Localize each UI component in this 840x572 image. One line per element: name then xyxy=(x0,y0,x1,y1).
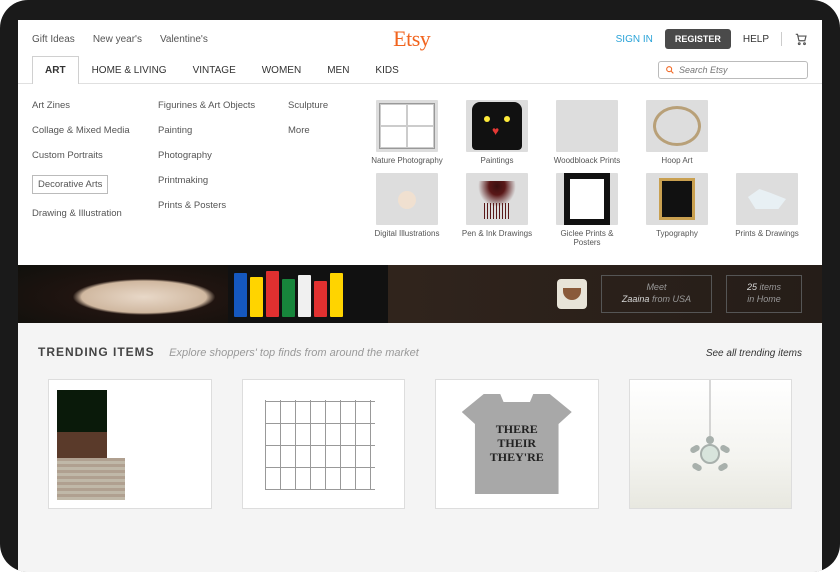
seller-meet-pill[interactable]: Meet Zaaina from USA xyxy=(601,275,712,312)
thumb-image xyxy=(736,173,798,225)
mega-col-3: Sculpture More xyxy=(288,100,358,247)
top-links: Gift Ideas New year's Valentine's xyxy=(32,34,208,45)
thumb-label: Prints & Drawings xyxy=(735,229,799,238)
trending-heading: TRENDING ITEMS Explore shoppers' top fin… xyxy=(38,343,419,361)
link-valentines[interactable]: Valentine's xyxy=(160,34,208,45)
items-count: 25 xyxy=(747,282,757,292)
cat-decorative-arts[interactable]: Decorative Arts xyxy=(32,175,108,194)
divider xyxy=(781,32,782,46)
search-box[interactable] xyxy=(658,61,808,79)
cat-collage[interactable]: Collage & Mixed Media xyxy=(32,125,150,136)
tab-women[interactable]: WOMEN xyxy=(249,56,314,84)
top-bar: Gift Ideas New year's Valentine's Etsy S… xyxy=(18,20,822,56)
search-input[interactable] xyxy=(679,65,801,75)
items-category: in Home xyxy=(747,294,781,304)
thumb-image xyxy=(556,100,618,152)
category-tabs: ART HOME & LIVING VINTAGE WOMEN MEN KIDS xyxy=(32,56,412,83)
seller-from: from USA xyxy=(649,294,691,304)
cat-more[interactable]: More xyxy=(288,125,358,136)
thumb-paintings[interactable]: Paintings xyxy=(456,100,538,165)
trending-cards: THERE THEIR THEY'RE xyxy=(18,369,822,572)
cat-art-zines[interactable]: Art Zines xyxy=(32,100,150,111)
seller-avatar xyxy=(557,279,587,309)
trending-subtitle: Explore shoppers' top finds from around … xyxy=(169,347,419,359)
tshirt-text: THERE THEIR THEY'RE xyxy=(490,423,544,464)
trending-card-3[interactable]: THERE THEIR THEY'RE xyxy=(435,379,599,509)
thumb-image xyxy=(376,173,438,225)
see-all-trending-link[interactable]: See all trending items xyxy=(706,348,802,359)
banner-image-1 xyxy=(18,265,228,323)
trending-card-2[interactable] xyxy=(242,379,406,509)
mega-menu: Art Zines Collage & Mixed Media Custom P… xyxy=(18,84,822,265)
thumb-woodblock-prints[interactable]: Woodbloack Prints xyxy=(546,100,628,165)
logo[interactable]: Etsy xyxy=(393,26,430,52)
tab-vintage[interactable]: VINTAGE xyxy=(180,56,249,84)
cat-custom-portraits[interactable]: Custom Portraits xyxy=(32,150,150,161)
thumb-image xyxy=(466,100,528,152)
tab-kids[interactable]: KIDS xyxy=(362,56,411,84)
mega-col-1: Art Zines Collage & Mixed Media Custom P… xyxy=(32,100,150,247)
thumb-label: Paintings xyxy=(481,156,514,165)
cat-drawing-illustration[interactable]: Drawing & Illustration xyxy=(32,208,150,219)
register-button[interactable]: REGISTER xyxy=(665,29,731,49)
thumb-label: Woodbloack Prints xyxy=(554,156,621,165)
help-link[interactable]: HELP xyxy=(743,34,769,45)
link-new-years[interactable]: New year's xyxy=(93,34,142,45)
cat-painting[interactable]: Painting xyxy=(158,125,280,136)
tshirt-line-1: THERE xyxy=(496,422,538,436)
meet-label: Meet xyxy=(646,282,666,292)
thumb-label: Digital Illustrations xyxy=(375,229,440,238)
seller-name: Zaaina xyxy=(622,294,650,304)
device-frame: Gift Ideas New year's Valentine's Etsy S… xyxy=(0,0,840,572)
link-gift-ideas[interactable]: Gift Ideas xyxy=(32,34,75,45)
cart-icon[interactable] xyxy=(794,32,808,46)
thumb-label: Nature Photography xyxy=(371,156,443,165)
trending-card-4[interactable] xyxy=(629,379,793,509)
thumb-typography[interactable]: Typography xyxy=(636,173,718,247)
trending-header: TRENDING ITEMS Explore shoppers' top fin… xyxy=(18,323,822,369)
thumb-nature-photography[interactable]: Nature Photography xyxy=(366,100,448,165)
banner-image-2 xyxy=(228,265,388,323)
sign-in-link[interactable]: SIGN IN xyxy=(616,34,653,45)
trending-card-1[interactable] xyxy=(48,379,212,509)
tab-men[interactable]: MEN xyxy=(314,56,362,84)
turtle-pendant xyxy=(690,436,730,472)
seller-banner: Meet Zaaina from USA 25 items in Home xyxy=(18,265,822,323)
tshirt-graphic: THERE THEIR THEY'RE xyxy=(462,394,572,494)
screen: Gift Ideas New year's Valentine's Etsy S… xyxy=(18,20,822,572)
thumb-digital-illustrations[interactable]: Digital Illustrations xyxy=(366,173,448,247)
thumb-image xyxy=(646,173,708,225)
thumb-prints-drawings[interactable]: Prints & Drawings xyxy=(726,173,808,247)
seller-items-pill[interactable]: 25 items in Home xyxy=(726,275,802,312)
tab-art[interactable]: ART xyxy=(32,56,79,84)
thumb-label: Typography xyxy=(656,229,698,238)
cat-figurines[interactable]: Figurines & Art Objects xyxy=(158,100,280,111)
thumb-hoop-art[interactable]: Hoop Art xyxy=(636,100,718,165)
nav-row: ART HOME & LIVING VINTAGE WOMEN MEN KIDS xyxy=(18,56,822,84)
items-suffix: items xyxy=(757,282,781,292)
thumb-image xyxy=(376,100,438,152)
thumb-image xyxy=(646,100,708,152)
thumb-label: Pen & Ink Drawings xyxy=(462,229,532,238)
thumb-label: Hoop Art xyxy=(661,156,692,165)
trending-title: TRENDING ITEMS xyxy=(38,345,155,359)
cat-photography[interactable]: Photography xyxy=(158,150,280,161)
cat-printmaking[interactable]: Printmaking xyxy=(158,175,280,186)
banner-info: Meet Zaaina from USA 25 items in Home xyxy=(388,265,822,323)
thumb-grid: Nature Photography Paintings Woodbloack … xyxy=(366,100,808,247)
cat-sculpture[interactable]: Sculpture xyxy=(288,100,358,111)
thumb-image xyxy=(556,173,618,225)
tshirt-line-3: THEY'RE xyxy=(490,450,544,464)
auth-bar: SIGN IN REGISTER HELP xyxy=(616,29,808,49)
tab-home-living[interactable]: HOME & LIVING xyxy=(79,56,180,84)
thumb-label: Giclee Prints & Posters xyxy=(546,229,628,247)
thumb-giclee-prints[interactable]: Giclee Prints & Posters xyxy=(546,173,628,247)
search-icon xyxy=(665,65,675,75)
cat-prints-posters[interactable]: Prints & Posters xyxy=(158,200,280,211)
tshirt-line-2: THEIR xyxy=(497,436,536,450)
thumb-image xyxy=(466,173,528,225)
mega-col-2: Figurines & Art Objects Painting Photogr… xyxy=(158,100,280,247)
thumb-pen-ink-drawings[interactable]: Pen & Ink Drawings xyxy=(456,173,538,247)
